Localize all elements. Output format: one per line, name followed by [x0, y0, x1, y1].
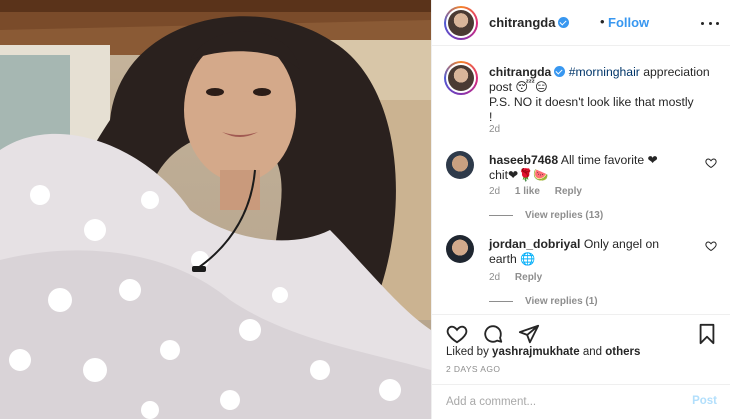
- heart-icon[interactable]: [705, 240, 717, 252]
- post-header: chitrangda • Follow: [432, 0, 730, 46]
- comment-likes[interactable]: 1 like: [515, 186, 540, 197]
- comment-time[interactable]: 2d: [489, 272, 500, 283]
- add-comment-bar: Post: [432, 384, 730, 419]
- comment-text: jordan_dobriyal Only angel on earth 🌐: [489, 237, 704, 267]
- comment-time[interactable]: 2d: [489, 186, 500, 197]
- comment-meta: 2d Reply: [489, 272, 554, 283]
- comment-body-cont: chit❤🌹🍉: [489, 168, 549, 182]
- instagram-post: chitrangda • Follow chitrangda #morningh…: [0, 0, 730, 419]
- verified-icon: [554, 66, 566, 77]
- bookmark-icon[interactable]: [696, 323, 718, 345]
- author-avatar[interactable]: [444, 6, 478, 40]
- liked-by-user[interactable]: yashrajmukhate: [492, 346, 580, 358]
- comment-meta: 2d 1 like Reply: [489, 186, 594, 197]
- selfie-illustration: [0, 0, 431, 419]
- liked-by-others[interactable]: others: [605, 346, 640, 358]
- caption-hashtag[interactable]: #morninghair: [569, 65, 640, 79]
- caption-avatar[interactable]: [444, 61, 478, 95]
- verified-icon: [558, 17, 570, 28]
- more-options-icon[interactable]: [701, 14, 719, 32]
- action-bar: [432, 314, 730, 348]
- caption-time[interactable]: 2d: [489, 124, 500, 135]
- share-icon[interactable]: [517, 323, 541, 345]
- comment-text: haseeb7468 All time favorite ❤ chit❤🌹🍉: [489, 153, 704, 183]
- view-replies-button[interactable]: View replies (13): [489, 210, 603, 221]
- comments-list[interactable]: chitrangda #morninghair appreciation pos…: [432, 47, 730, 314]
- post-side-panel: chitrangda • Follow chitrangda #morningh…: [431, 0, 730, 419]
- heart-icon[interactable]: [705, 157, 717, 169]
- caption-text: chitrangda #morninghair appreciation pos…: [489, 65, 717, 125]
- liked-by: Liked by yashrajmukhate and others: [446, 346, 641, 358]
- post-age[interactable]: 2 DAYS AGO: [446, 364, 500, 374]
- caption-line3: !: [489, 110, 493, 124]
- comment-body: Only angel on: [583, 237, 660, 251]
- author-username-link[interactable]: chitrangda: [489, 15, 570, 30]
- post-button[interactable]: Post: [692, 395, 717, 407]
- commenter-avatar[interactable]: [446, 151, 474, 179]
- caption-username[interactable]: chitrangda: [489, 65, 551, 79]
- commenter-username[interactable]: haseeb7468: [489, 153, 558, 167]
- commenter-username[interactable]: jordan_dobriyal: [489, 237, 580, 251]
- comment-input[interactable]: [446, 393, 676, 411]
- separator-dot: •: [600, 14, 605, 29]
- comment-body-cont: earth 🌐: [489, 252, 536, 266]
- reply-button[interactable]: Reply: [515, 272, 542, 283]
- follow-button[interactable]: Follow: [608, 15, 649, 30]
- comment-icon[interactable]: [481, 323, 505, 345]
- view-replies-button[interactable]: View replies (1): [489, 296, 598, 307]
- caption-line2: P.S. NO it doesn't look like that mostly: [489, 95, 694, 109]
- comment-body: All time favorite ❤: [560, 153, 658, 167]
- heart-icon[interactable]: [445, 323, 469, 345]
- commenter-avatar[interactable]: [446, 235, 474, 263]
- reply-button[interactable]: Reply: [555, 186, 582, 197]
- post-photo[interactable]: [0, 0, 431, 419]
